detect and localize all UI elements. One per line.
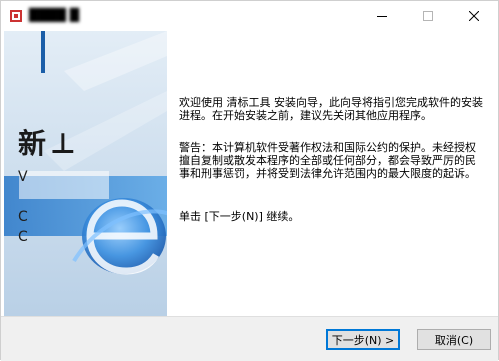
- window-title: ████ █: [29, 8, 79, 22]
- maximize-icon: [423, 11, 433, 21]
- welcome-text: 欢迎使用 清标工具 安装向导，此向导将指引您完成软件的安装进程。在开始安装之前，…: [179, 96, 483, 122]
- title-bar[interactable]: ████ █: [1, 1, 498, 31]
- cancel-button[interactable]: 取消(C): [417, 329, 491, 350]
- welcome-content: 欢迎使用 清标工具 安装向导，此向导将指引您完成软件的安装进程。在开始安装之前，…: [179, 96, 485, 242]
- close-button[interactable]: [451, 1, 497, 31]
- installer-window: ████ █ 新 ⊥ V C C 欢迎使用 清标工具 安装向导，此向导将指引您完…: [0, 0, 499, 361]
- banner-image: 新 ⊥ V C C: [4, 31, 167, 316]
- banner-letter: C: [18, 209, 28, 225]
- banner-letter: V: [18, 169, 28, 185]
- button-bar: 下一步(N) > 取消(C): [1, 316, 498, 361]
- next-button[interactable]: 下一步(N) >: [326, 329, 400, 350]
- minimize-button[interactable]: [359, 1, 405, 31]
- accent-bar: [41, 31, 45, 73]
- app-icon: [10, 10, 22, 22]
- instruction-text: 单击 [下一步(N)] 继续。: [179, 210, 300, 223]
- banner-heading-partial: ⊥: [50, 127, 76, 160]
- banner-heading: 新: [18, 127, 46, 160]
- banner-graphic: 新 ⊥ V C C: [4, 31, 167, 316]
- warning-text: 警告：本计算机软件受著作权法和国际公约的保护。未经授权擅自复制或散发本程序的全部…: [179, 141, 476, 180]
- minimize-icon: [377, 16, 387, 17]
- banner-letter: C: [18, 229, 28, 245]
- close-icon: [469, 11, 479, 21]
- maximize-button[interactable]: [405, 1, 451, 31]
